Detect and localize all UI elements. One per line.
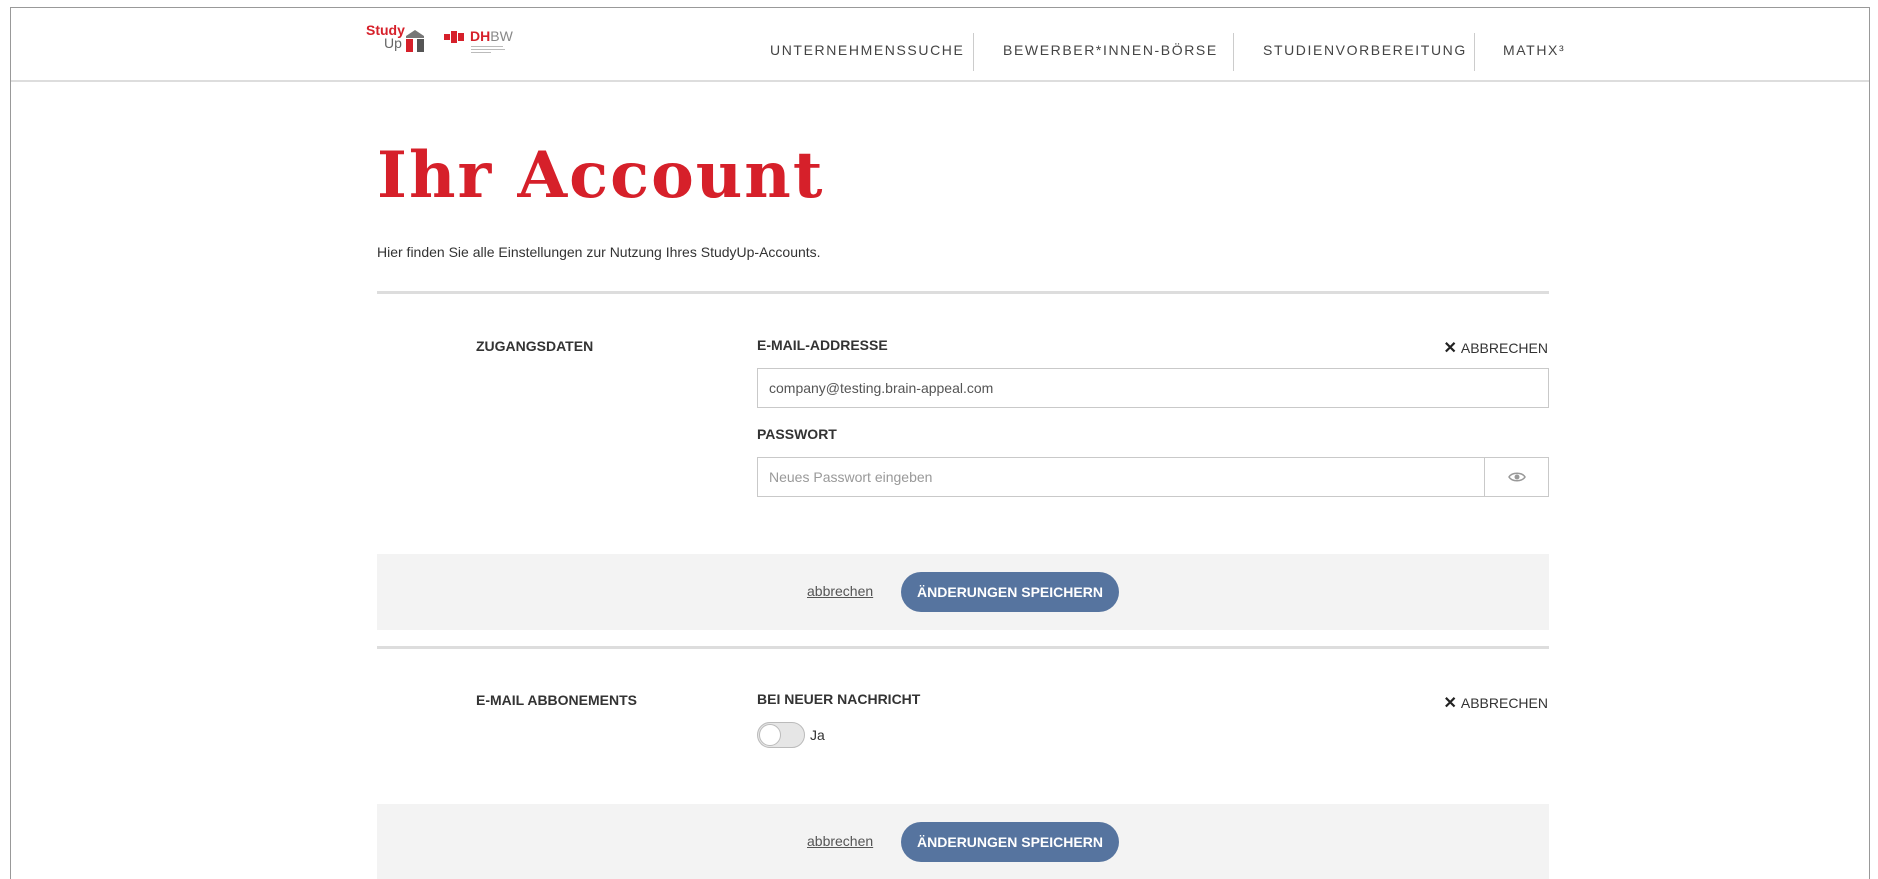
password-label: PASSWORT (757, 426, 837, 442)
close-icon: ✕ (1443, 695, 1457, 712)
section-label-email-abbonements: E-MAIL ABBONEMENTS (476, 692, 637, 708)
toggle-label: Ja (810, 727, 825, 743)
nav-divider (1233, 33, 1234, 71)
eye-icon (1507, 472, 1526, 482)
dhbw-logo-subtitle (471, 46, 505, 53)
section-divider (377, 646, 1549, 649)
cancel-subscriptions-button[interactable]: ✕ ABBRECHEN (1443, 693, 1548, 713)
section-label-zugangsdaten: ZUGANGSDATEN (476, 338, 594, 354)
logo-up-word: Up (384, 35, 402, 51)
subscriptions-action-bar: abbrechen ÄNDERUNGEN SPEICHERN (377, 804, 1549, 879)
password-field[interactable] (757, 457, 1485, 497)
nav-item-unternehmenssuche[interactable]: UNTERNEHMENSSUCHE (770, 42, 964, 58)
email-field[interactable] (757, 368, 1549, 408)
nav-item-studienvorbereitung[interactable]: STUDIENVORBEREITUNG (1263, 42, 1467, 58)
studyup-logo-icon (406, 30, 424, 52)
save-subscriptions-button[interactable]: ÄNDERUNGEN SPEICHERN (901, 822, 1119, 862)
cancel-subscriptions-link[interactable]: abbrechen (807, 833, 873, 849)
toggle-knob (759, 724, 781, 746)
dhbw-logo-text: DHBW (470, 29, 513, 43)
show-password-button[interactable] (1484, 457, 1549, 497)
page-title: Ihr Account (377, 138, 825, 213)
new-message-toggle[interactable] (757, 722, 805, 748)
nav-divider (1474, 33, 1475, 71)
email-label: E-MAIL-ADDRESSE (757, 337, 888, 353)
nav-item-mathx[interactable]: MATHX³ (1503, 42, 1565, 58)
cancel-access-button[interactable]: ✕ ABBRECHEN (1443, 338, 1548, 358)
nav-divider (973, 33, 974, 71)
cancel-subscriptions-label: ABBRECHEN (1460, 695, 1548, 711)
close-icon: ✕ (1443, 340, 1457, 357)
browser-frame (10, 7, 1870, 879)
access-action-bar: abbrechen ÄNDERUNGEN SPEICHERN (377, 554, 1549, 630)
cancel-access-link[interactable]: abbrechen (807, 583, 873, 599)
nav-item-bewerber-boerse[interactable]: BEWERBER*INNEN-BÖRSE (1003, 42, 1218, 58)
cancel-access-label: ABBRECHEN (1460, 340, 1548, 356)
new-message-label: BEI NEUER NACHRICHT (757, 691, 921, 707)
page-intro: Hier finden Sie alle Einstellungen zur N… (377, 244, 821, 260)
section-divider (377, 291, 1549, 294)
studyup-logo-text: Study Up (366, 23, 405, 51)
dhbw-logo-icon (444, 31, 464, 43)
logo-dh-word: DH (470, 28, 491, 44)
save-access-button[interactable]: ÄNDERUNGEN SPEICHERN (901, 572, 1119, 612)
logo-bw-word: BW (490, 28, 513, 44)
